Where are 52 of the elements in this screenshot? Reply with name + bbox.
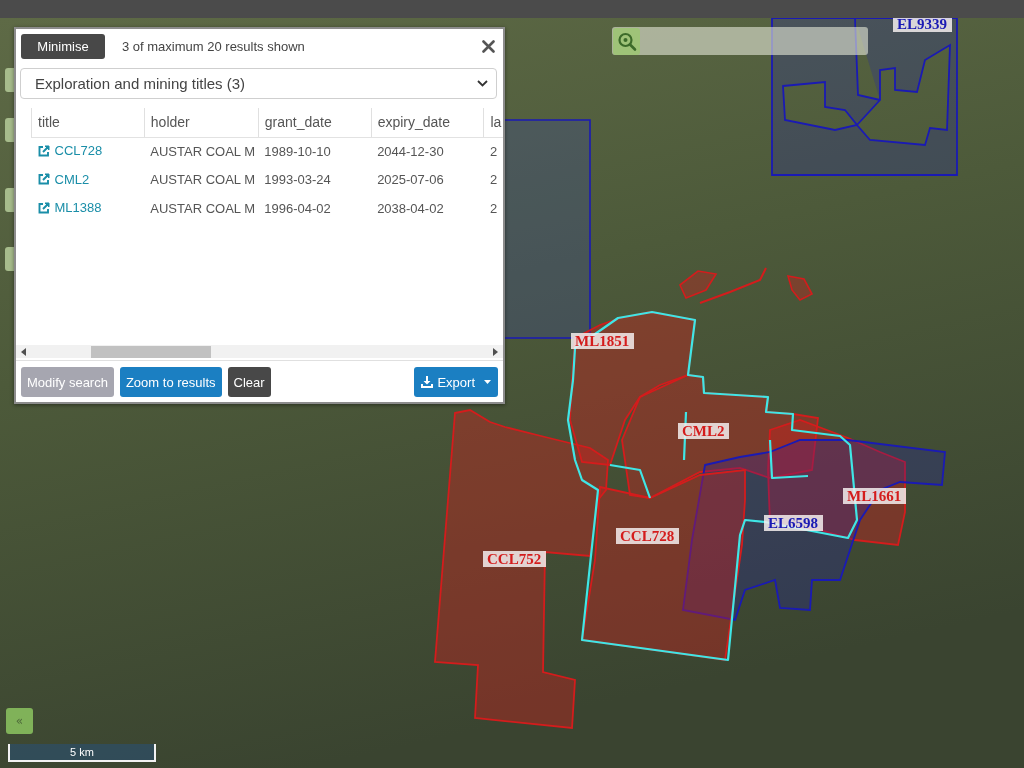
map-label: CCL752 [483,551,546,567]
column-header[interactable]: holder [144,108,259,137]
close-icon[interactable] [482,40,495,53]
table-cell-text: 1993-03-24 [263,171,332,190]
map-label: EL6598 [764,515,823,531]
table-cell: 2 [484,137,503,166]
table-cell: 1989-10-10 [258,137,372,166]
external-link-icon [37,144,50,157]
table-cell-text: 2 [489,199,499,218]
column-header[interactable]: grant_date [258,108,372,137]
map-label: CML2 [678,423,729,439]
map-search-field[interactable] [612,27,868,55]
external-link-icon [37,201,50,214]
side-tab[interactable] [5,118,14,142]
table-cell-text: 2025-07-06 [376,171,445,190]
results-summary: 3 of maximum 20 results shown [122,39,305,54]
scroll-left-icon [21,347,26,356]
table-cell-text: 2 [489,171,499,190]
table-cell: AUSTAR COAL M [144,137,259,166]
lease-area [786,274,814,301]
export-button[interactable]: Export [414,367,498,397]
side-tab[interactable] [5,68,14,92]
action-button[interactable]: Zoom to results [119,367,222,397]
chevron-down-icon [477,80,488,87]
side-tab[interactable] [5,247,14,271]
title-link[interactable]: ML1388 [37,200,102,215]
scroll-right-icon [493,347,498,356]
table-cell: 2044-12-30 [371,137,484,166]
external-link-icon [37,173,50,185]
action-button[interactable]: Clear [227,367,271,397]
map-label: EL9339 [893,18,952,32]
caret-icon [484,380,491,384]
download-icon [421,376,434,388]
side-tab[interactable] [5,188,14,212]
scrollbar-thumb[interactable] [91,345,211,358]
table-cell-text: 1996-04-02 [263,199,332,218]
scale-bar: 5 km [8,744,156,762]
column-header[interactable]: la [484,108,503,137]
map-label: ML1661 [843,488,906,504]
column-header[interactable]: title [31,108,145,137]
table-cell-text: AUSTAR COAL M [149,199,257,218]
search-icon [613,27,640,55]
map-label: CCL728 [616,528,679,544]
layer-select[interactable]: Exploration and mining titles (3) [20,68,497,99]
table-cell-text: 2038-04-02 [376,199,445,218]
title-link[interactable]: CCL728 [37,143,103,159]
map-label: ML1851 [571,333,634,349]
column-header[interactable]: expiry_date [371,108,484,137]
table-cell-text: AUSTAR COAL M [149,171,257,190]
scrollbar-track[interactable] [16,345,503,358]
minimise-button[interactable]: Minimise [21,34,105,59]
title-link[interactable]: CML2 [37,171,90,187]
